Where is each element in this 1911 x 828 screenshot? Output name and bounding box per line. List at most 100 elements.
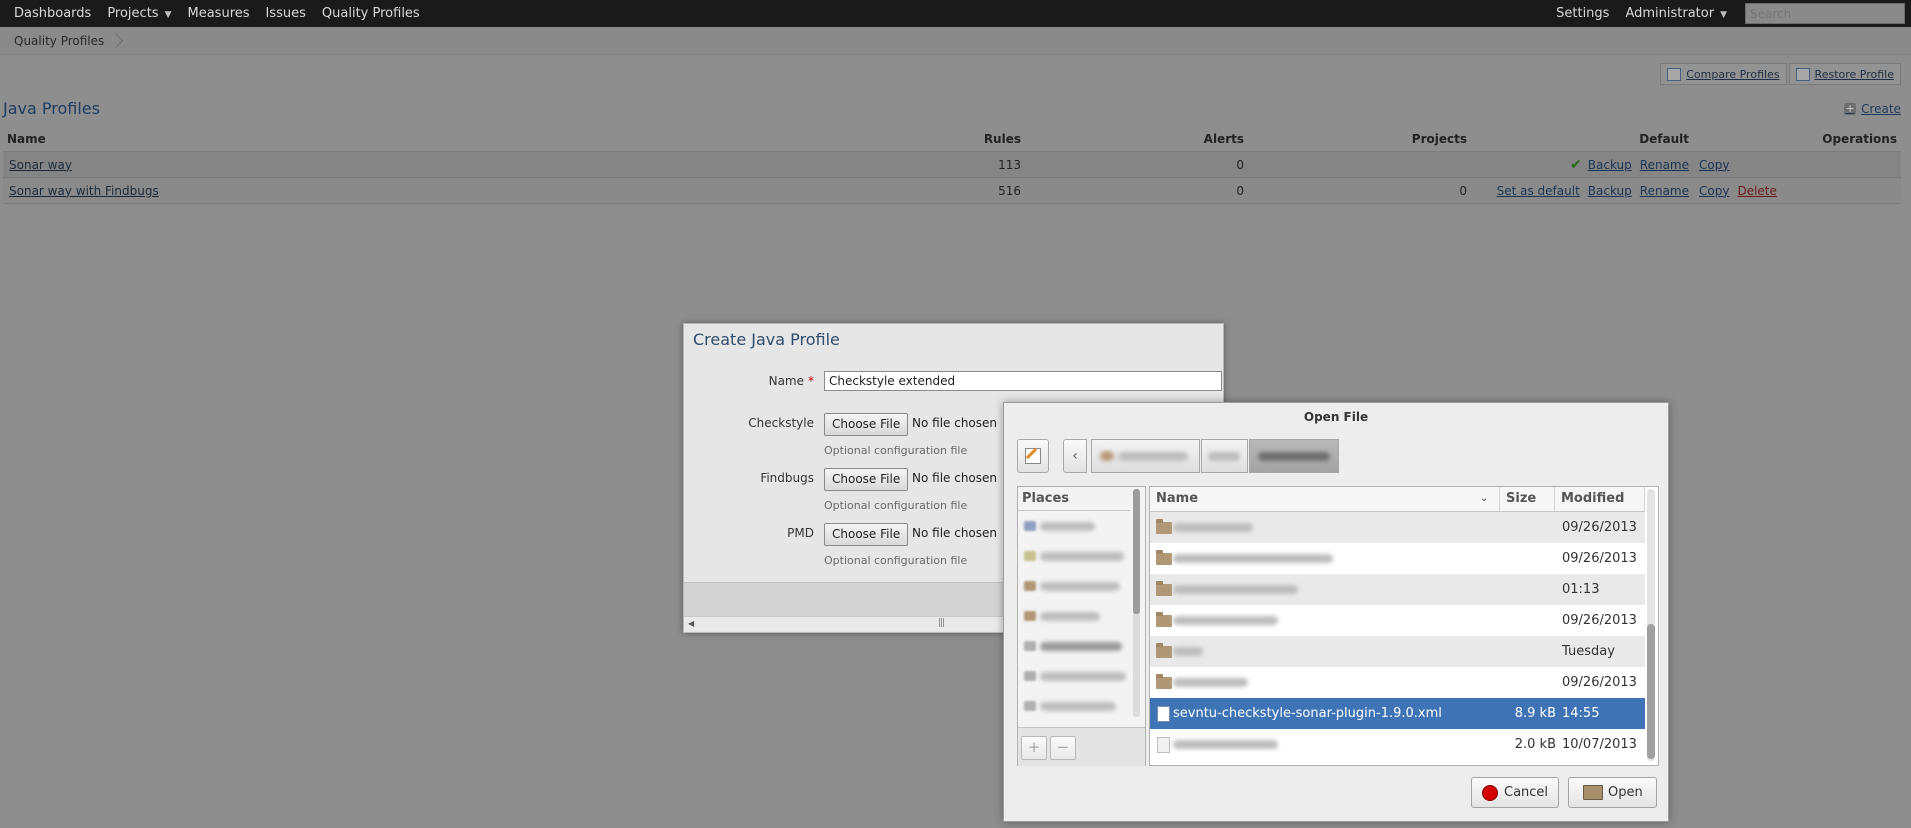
column-modified[interactable]: Modified (1555, 487, 1645, 511)
file-list-scrollbar-thumb[interactable] (1647, 624, 1655, 759)
plus-icon: + (1844, 102, 1857, 115)
rules-cell: 516 (897, 177, 1025, 204)
places-sidebar: Places + − (1017, 486, 1146, 766)
nav-user-menu[interactable]: Administrator ▼ (1617, 6, 1735, 21)
place-item[interactable] (1022, 605, 1126, 627)
copy-link[interactable]: Copy (1699, 184, 1729, 198)
search-input[interactable] (1745, 3, 1905, 24)
folder-icon (1156, 519, 1172, 534)
create-profile-link[interactable]: + Create (1844, 102, 1901, 116)
path-segment[interactable] (1201, 439, 1248, 473)
type-location-button[interactable] (1017, 439, 1049, 473)
redacted-filename (1173, 678, 1248, 687)
checkstyle-choose-file-button[interactable]: Choose File (824, 413, 909, 436)
profile-name-link[interactable]: Sonar way with Findbugs (9, 184, 159, 198)
scroll-grip-icon[interactable]: ||| (938, 618, 945, 628)
file-modified: 14:55 (1562, 706, 1600, 721)
compare-profiles-button[interactable]: Compare Profiles (1660, 63, 1787, 85)
header-name: Name (7, 132, 46, 146)
place-item[interactable] (1022, 635, 1126, 657)
checkstyle-label: Checkstyle (748, 416, 814, 430)
default-cell: Set as default Backup Rename (1471, 177, 1693, 204)
file-modified: 09/26/2013 (1562, 551, 1637, 566)
file-row[interactable]: 09/26/2013 (1150, 667, 1645, 698)
compare-icon (1667, 67, 1682, 81)
header-projects: Projects (1411, 132, 1467, 146)
copy-link[interactable]: Copy (1699, 158, 1729, 172)
redacted-filename (1173, 616, 1278, 625)
column-name[interactable]: Name (1150, 487, 1500, 511)
file-row[interactable]: 09/26/2013 (1150, 543, 1645, 574)
checkstyle-hint: Optional configuration file (824, 444, 968, 457)
nav-quality-profiles[interactable]: Quality Profiles (314, 6, 428, 21)
top-navigation-bar: Dashboards Projects ▼ Measures Issues Qua… (0, 0, 1911, 27)
profile-name-input[interactable]: Checkstyle extended (824, 371, 1222, 391)
place-item[interactable] (1022, 515, 1126, 537)
nav-dashboards[interactable]: Dashboards (6, 6, 99, 21)
place-icon (1024, 551, 1036, 561)
pmd-choose-file-button[interactable]: Choose File (824, 523, 909, 546)
create-label: Create (1861, 102, 1901, 116)
backup-link[interactable]: Backup (1588, 184, 1632, 198)
open-button[interactable]: Open (1568, 777, 1657, 808)
profile-name-link[interactable]: Sonar way (9, 158, 72, 172)
path-back-button[interactable]: ‹ (1063, 439, 1087, 473)
set-as-default-link[interactable]: Set as default (1497, 184, 1580, 198)
redacted-text (1040, 582, 1120, 591)
operations-cell: Copy Delete (1693, 177, 1901, 204)
file-modified: Tuesday (1562, 644, 1615, 659)
redacted-text (1118, 452, 1188, 461)
scroll-left-icon[interactable]: ◀ (688, 619, 694, 628)
places-header: Places (1018, 487, 1130, 511)
place-icon (1024, 521, 1036, 531)
findbugs-choose-file-button[interactable]: Choose File (824, 468, 909, 491)
file-row[interactable]: 09/26/2013 (1150, 605, 1645, 636)
pmd-label: PMD (787, 526, 814, 540)
file-row[interactable]: 2.0 kB 10/07/2013 (1150, 729, 1645, 760)
section-title: Java Profiles (3, 99, 100, 118)
file-list: Name ⌄ Size Modified 09/26/2013 09/26/20… (1149, 486, 1659, 766)
pmd-hint: Optional configuration file (824, 554, 968, 567)
drive-icon (1024, 641, 1036, 651)
open-folder-icon (1583, 785, 1603, 800)
backup-link[interactable]: Backup (1588, 158, 1632, 172)
places-scrollbar-thumb[interactable] (1133, 489, 1140, 614)
file-list-scrollbar[interactable] (1647, 489, 1655, 761)
profile-name-cell: Sonar way (3, 151, 897, 178)
file-size: 8.9 kB (1514, 706, 1556, 721)
profile-name-cell: Sonar way with Findbugs (3, 177, 897, 204)
file-size: 2.0 kB (1514, 737, 1556, 752)
place-item[interactable] (1022, 665, 1126, 687)
path-segment-current[interactable] (1249, 439, 1339, 473)
file-row[interactable]: 09/26/2013 (1150, 512, 1645, 543)
nav-left: Dashboards Projects ▼ Measures Issues Qua… (6, 0, 428, 27)
nav-settings[interactable]: Settings (1548, 6, 1617, 21)
places-scrollbar[interactable] (1133, 489, 1140, 717)
redacted-text (1040, 702, 1116, 711)
redacted-filename (1173, 647, 1203, 656)
remove-bookmark-button[interactable]: − (1050, 736, 1076, 760)
folder-icon (1156, 550, 1172, 565)
add-bookmark-button[interactable]: + (1021, 736, 1047, 760)
nav-issues[interactable]: Issues (258, 6, 314, 21)
redacted-text (1040, 672, 1126, 681)
path-segment[interactable] (1091, 439, 1200, 473)
place-item[interactable] (1022, 545, 1126, 567)
nav-measures[interactable]: Measures (180, 6, 258, 21)
rename-link[interactable]: Rename (1640, 158, 1689, 172)
place-item[interactable] (1022, 695, 1126, 717)
restore-profile-button[interactable]: Restore Profile (1788, 63, 1901, 85)
nav-projects[interactable]: Projects ▼ (99, 6, 179, 21)
cancel-button[interactable]: Cancel (1471, 777, 1559, 808)
breadcrumb-quality-profiles[interactable]: Quality Profiles (14, 34, 104, 48)
file-row[interactable]: Tuesday (1150, 636, 1645, 667)
file-row-selected[interactable]: sevntu-checkstyle-sonar-plugin-1.9.0.xml… (1150, 698, 1645, 729)
file-row[interactable]: 01:13 (1150, 574, 1645, 605)
redacted-text (1040, 612, 1100, 621)
delete-link[interactable]: Delete (1737, 184, 1776, 198)
rename-link[interactable]: Rename (1640, 184, 1689, 198)
back-chevron-icon: ‹ (1072, 448, 1078, 464)
place-item[interactable] (1022, 575, 1126, 597)
column-size[interactable]: Size (1500, 487, 1555, 511)
folder-icon (1100, 451, 1114, 461)
